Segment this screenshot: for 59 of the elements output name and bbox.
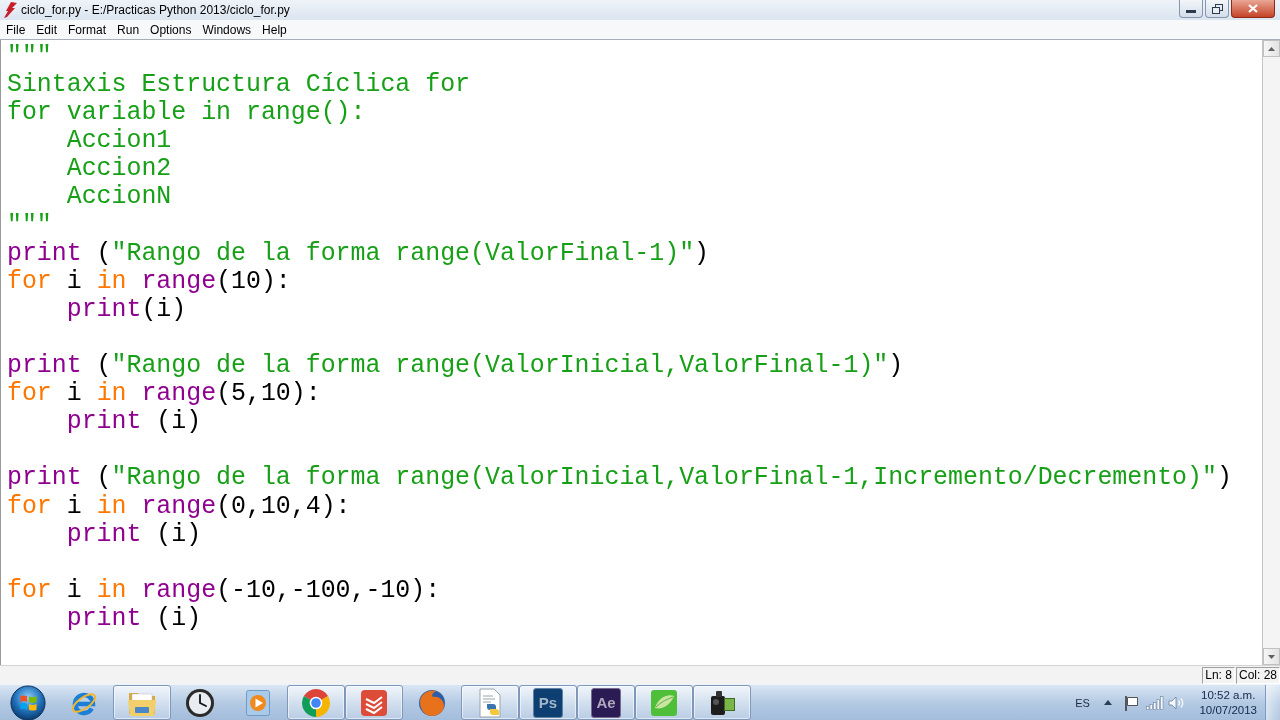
taskbar-button[interactable] — [693, 685, 751, 720]
code-line: AccionN — [66, 182, 172, 211]
code-line: print ("Rango de la forma range(ValorFinal-1)") — [7, 238, 710, 267]
start-orb-icon[interactable] — [9, 684, 46, 720]
scroll-up-button[interactable] — [1263, 40, 1280, 57]
code-line: for i in range(-10,-100,-10): — [7, 575, 441, 604]
close-button[interactable] — [1231, 0, 1275, 18]
signal-bars-icon[interactable] — [1145, 695, 1164, 710]
line-indicator: Ln: 8 — [1202, 666, 1235, 684]
menu-item[interactable]: Edit — [31, 20, 63, 39]
close-icon — [1248, 4, 1258, 13]
menu-item[interactable]: Help — [257, 20, 292, 39]
code-line: print ("Rango de la forma range(ValorInicial,ValorFinal-1,Incremento/Decremento)") — [7, 463, 1232, 492]
flag-icon[interactable] — [1123, 694, 1138, 711]
show-desktop-button[interactable] — [1265, 685, 1280, 720]
restore-button[interactable] — [1205, 0, 1229, 18]
tray-clock[interactable]: 10:52 a.m. 10/07/2013 — [1193, 687, 1263, 718]
caret-up-icon — [1268, 46, 1275, 51]
taskbar-button[interactable]: Ae — [577, 685, 635, 720]
code-line: Accion1 — [66, 126, 172, 155]
column-indicator: Col: 28 — [1235, 666, 1280, 684]
menu-item[interactable]: File — [1, 20, 31, 39]
app-logo: Ps — [533, 687, 563, 718]
language-indicator[interactable]: ES — [1071, 694, 1094, 711]
app-logo: Ae — [591, 687, 621, 718]
menu-item[interactable]: Options — [145, 20, 197, 39]
code-line: for i in range(10): — [7, 266, 291, 295]
code-line: print(i) — [66, 294, 187, 323]
chevron-tile-icon — [359, 687, 389, 718]
code-line: print (i) — [66, 407, 202, 436]
media-play-icon[interactable] — [243, 687, 273, 718]
menu-item[interactable]: Format — [63, 20, 112, 39]
circle-logo-icon — [301, 687, 331, 718]
code-line: """ — [7, 210, 52, 239]
menu-item[interactable]: Run — [112, 20, 145, 39]
minimize-icon — [1186, 10, 1196, 13]
clock-icon[interactable] — [185, 687, 215, 718]
code-line: for i in range(5,10): — [7, 379, 321, 408]
scroll-down-button[interactable] — [1263, 648, 1280, 665]
speaker-icon[interactable] — [1168, 695, 1186, 710]
caret-down-icon — [1268, 654, 1275, 659]
scrollbar[interactable] — [1262, 40, 1280, 665]
code-line: print (i) — [66, 519, 202, 548]
code-line: for variable in range(): — [7, 98, 366, 127]
code-line: """ — [7, 42, 52, 71]
minimize-button[interactable] — [1179, 0, 1203, 18]
swirl-globe-icon[interactable] — [417, 687, 447, 718]
lightning-bolt-icon — [3, 2, 17, 18]
menu-item[interactable]: Windows — [197, 20, 257, 39]
code-line: Accion2 — [66, 154, 172, 183]
code-line: print (i) — [66, 603, 202, 632]
window-title: ciclo_for.py - E:/Practicas Python 2013/ciclo_for.py — [21, 2, 290, 19]
taskbar-button[interactable]: Ps — [519, 685, 577, 720]
code-line: print ("Rango de la forma range(ValorInicial,ValorFinal-1)") — [7, 351, 904, 380]
code-line: Sintaxis Estructura Cíclica for — [7, 70, 471, 99]
caret-up-icon[interactable] — [1103, 700, 1112, 705]
code-line: for i in range(0,10,4): — [7, 491, 351, 520]
restore-icon — [1211, 3, 1223, 14]
leaf-tile-icon — [649, 687, 679, 718]
